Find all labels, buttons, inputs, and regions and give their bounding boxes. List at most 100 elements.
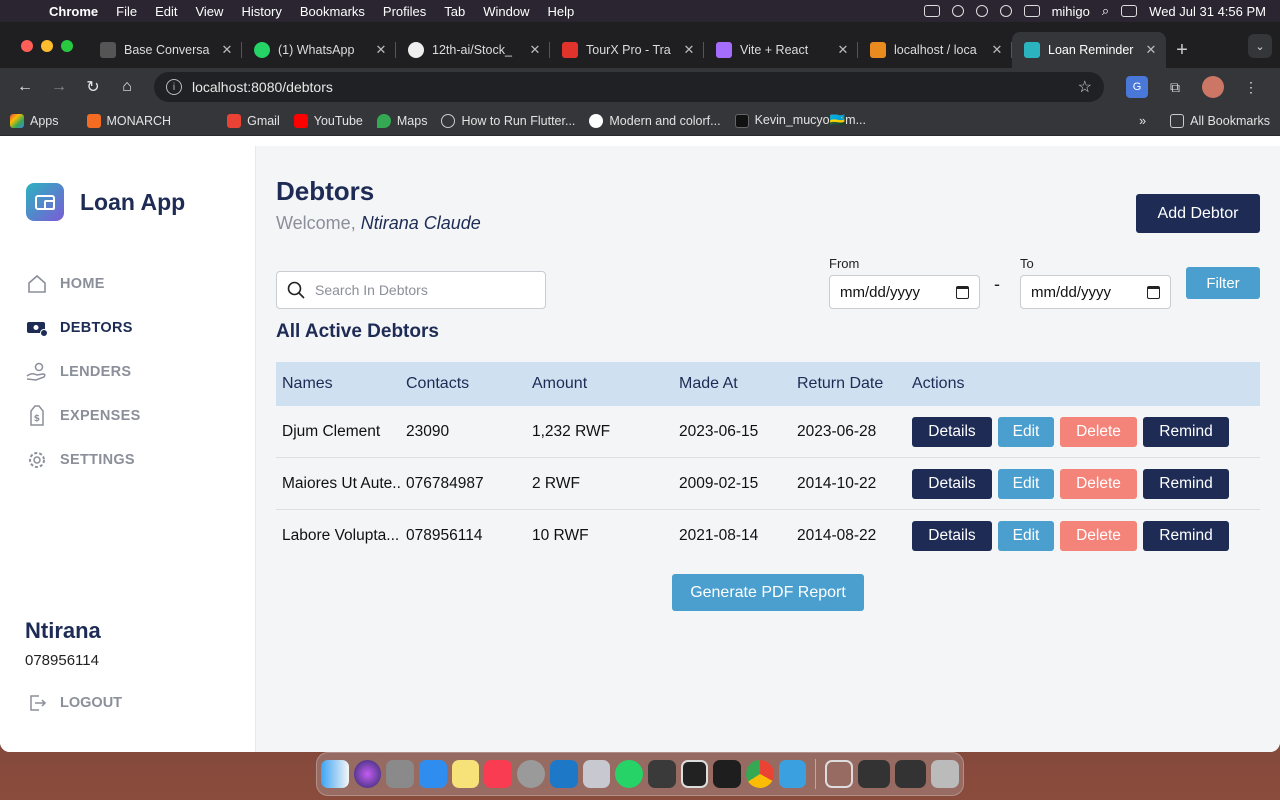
google-translate-icon[interactable]: G	[1126, 76, 1148, 98]
details-button[interactable]: Details	[912, 468, 992, 499]
terminal-icon[interactable]	[858, 760, 890, 788]
notes-icon[interactable]	[451, 760, 480, 788]
bookmark-apps[interactable]: Apps	[10, 113, 59, 128]
control-center-icon[interactable]	[1121, 5, 1138, 17]
remind-button[interactable]: Remind	[1143, 521, 1229, 551]
brand[interactable]: Loan App	[26, 183, 185, 221]
close-icon[interactable]: ✕	[1144, 42, 1158, 58]
minimize-window-button[interactable]	[41, 40, 53, 52]
bookmark-flutter[interactable]: How to Run Flutter...	[441, 113, 575, 128]
menubar-clock[interactable]: Wed Jul 31 4:56 PM	[1149, 4, 1266, 19]
close-icon[interactable]: ✕	[836, 42, 850, 58]
generate-pdf-button[interactable]: Generate PDF Report	[672, 574, 864, 611]
whatsapp-dock-icon[interactable]	[615, 760, 643, 788]
from-date-input[interactable]: mm/dd/yyyy	[829, 275, 980, 309]
calendar-icon[interactable]	[1147, 285, 1160, 299]
bookmark-modern[interactable]: Modern and colorf...	[589, 113, 721, 128]
menu-tab[interactable]: Tab	[435, 4, 474, 19]
utility-icon[interactable]	[582, 760, 611, 788]
tab-github[interactable]: 12th-ai/Stock_ ✕	[396, 32, 550, 68]
system-settings-icon[interactable]	[517, 760, 545, 788]
back-button[interactable]: ←	[10, 72, 40, 102]
launchpad-icon[interactable]	[386, 760, 415, 788]
sidebar-item-lenders[interactable]: LENDERS	[26, 350, 141, 394]
menu-edit[interactable]: Edit	[146, 4, 186, 19]
wifi-icon[interactable]	[951, 5, 964, 17]
delete-button[interactable]: Delete	[1060, 468, 1137, 499]
menu-history[interactable]: History	[232, 4, 290, 19]
trash-icon[interactable]	[931, 760, 960, 788]
close-icon[interactable]: ✕	[374, 42, 388, 58]
terminal-2-icon[interactable]	[894, 760, 927, 788]
close-icon[interactable]: ✕	[990, 42, 1004, 58]
close-icon[interactable]: ✕	[682, 42, 696, 58]
calendar-icon[interactable]	[956, 285, 969, 299]
help-icon[interactable]	[825, 760, 854, 788]
site-info-icon[interactable]: i	[166, 79, 182, 95]
details-button[interactable]: Details	[912, 521, 992, 551]
menu-window[interactable]: Window	[474, 4, 538, 19]
menu-view[interactable]: View	[186, 4, 232, 19]
tab-localhost[interactable]: localhost / loca ✕	[858, 32, 1012, 68]
search-input[interactable]: Search In Debtors	[276, 271, 546, 309]
url-text[interactable]: localhost:8080/debtors	[192, 79, 333, 95]
sidebar-item-expenses[interactable]: $ EXPENSES	[26, 394, 141, 438]
edit-button[interactable]: Edit	[998, 521, 1054, 551]
address-bar[interactable]: i localhost:8080/debtors ☆	[154, 72, 1104, 102]
bookmark-gmail[interactable]: Gmail	[227, 113, 280, 128]
chrome-icon[interactable]	[745, 760, 774, 788]
close-icon[interactable]: ✕	[220, 42, 234, 58]
siri-icon[interactable]	[353, 760, 382, 788]
remind-button[interactable]: Remind	[1143, 416, 1229, 447]
tab-whatsapp[interactable]: (1) WhatsApp ✕	[242, 32, 396, 68]
bookmark-kevin[interactable]: Kevin_mucyo🇷🇼m...	[734, 113, 866, 128]
sidebar-item-home[interactable]: HOME	[26, 262, 141, 306]
zoom-window-button[interactable]	[61, 40, 73, 52]
spotlight-icon[interactable]: ⌕	[1102, 3, 1109, 19]
profile-avatar[interactable]	[1202, 76, 1224, 98]
proxyman-icon[interactable]	[778, 760, 807, 788]
keynote-icon[interactable]	[647, 760, 676, 788]
music-icon[interactable]	[484, 760, 513, 788]
menu-profiles[interactable]: Profiles	[374, 4, 435, 19]
edit-button[interactable]: Edit	[998, 468, 1054, 499]
extensions-icon[interactable]: ⧉	[1162, 74, 1188, 100]
tab-search-button[interactable]: ⌄	[1248, 34, 1272, 58]
vscode-icon[interactable]	[549, 760, 578, 788]
bookmark-youtube[interactable]: YouTube	[293, 113, 363, 128]
chrome-menu-icon[interactable]: ⋮	[1238, 74, 1264, 100]
tab-base-conversa[interactable]: Base Conversa ✕	[88, 32, 242, 68]
to-date-input[interactable]: mm/dd/yyyy	[1020, 275, 1171, 309]
bluetooth-icon[interactable]	[975, 5, 988, 17]
forward-button[interactable]: →	[44, 72, 74, 102]
sidebar-item-debtors[interactable]: DEBTORS	[26, 306, 141, 350]
close-window-button[interactable]	[21, 40, 33, 52]
close-icon[interactable]: ✕	[528, 42, 542, 58]
home-button[interactable]: ⌂	[112, 72, 142, 102]
all-bookmarks[interactable]: All Bookmarks	[1170, 113, 1270, 128]
filter-button[interactable]: Filter	[1186, 267, 1260, 299]
bookmark-monarch[interactable]: MONARCH	[86, 113, 171, 128]
delete-button[interactable]: Delete	[1060, 416, 1137, 447]
delete-button[interactable]: Delete	[1060, 521, 1137, 551]
tab-tourx[interactable]: TourX Pro - Tra ✕	[550, 32, 704, 68]
menubar-user[interactable]: mihigo	[1052, 4, 1090, 19]
details-button[interactable]: Details	[912, 416, 992, 447]
menu-file[interactable]: File	[107, 4, 146, 19]
mail-icon[interactable]	[419, 760, 447, 788]
figma-icon[interactable]	[713, 760, 741, 788]
sidebar-item-settings[interactable]: SETTINGS	[26, 438, 141, 482]
finder-icon[interactable]	[321, 760, 349, 788]
bookmark-maps[interactable]: Maps	[376, 113, 427, 128]
tab-loan-reminder[interactable]: Loan Reminder ✕	[1012, 32, 1166, 68]
battery-icon[interactable]	[923, 5, 940, 17]
headphones-icon[interactable]	[999, 5, 1012, 17]
window-icon[interactable]	[680, 760, 709, 788]
add-debtor-button[interactable]: Add Debtor	[1136, 194, 1260, 233]
menu-app-name[interactable]: Chrome	[40, 4, 107, 19]
remind-button[interactable]: Remind	[1143, 468, 1229, 499]
tab-vite[interactable]: Vite + React ✕	[704, 32, 858, 68]
user-switch-icon[interactable]	[1023, 5, 1040, 17]
logout-button[interactable]: LOGOUT	[26, 692, 122, 714]
bookmark-star-icon[interactable]: ☆	[1078, 77, 1092, 97]
